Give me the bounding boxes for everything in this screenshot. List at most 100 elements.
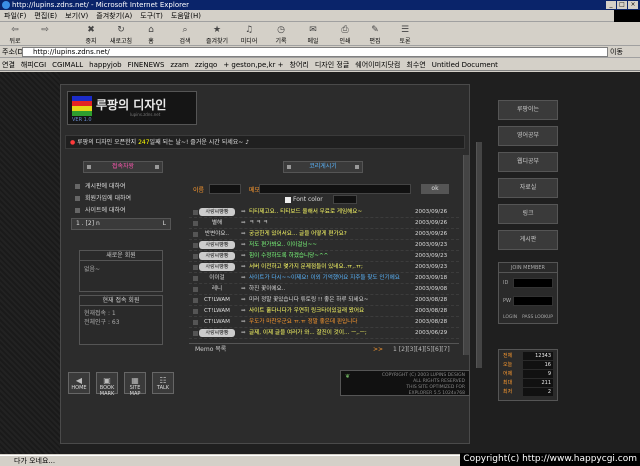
link-item[interactable]: 최수연 xyxy=(406,59,425,70)
select-checkbox[interactable] xyxy=(193,287,198,292)
media-button[interactable]: ♫ 미디어 xyxy=(236,24,262,45)
address-input[interactable]: http://lupins.zdns.net/ xyxy=(22,47,608,57)
link-item[interactable]: happyjob xyxy=(89,59,121,70)
stop-button[interactable]: ✖ 중지 xyxy=(78,24,104,45)
guestbook-row[interactable]: 이이걸 ➡ 사이트가 다시~~이제요! 이외 기억했어요 지주들 찾도 인기에요 20… xyxy=(189,273,459,284)
link-item[interactable]: FINENEWS xyxy=(128,59,165,70)
message-text: 우도가 마찬우군요 ㅠ.ㅠ 정말 좋은데 핀입니다 xyxy=(249,319,358,325)
page-selector[interactable]: 1 . [2] n L xyxy=(71,218,171,230)
page-numbers[interactable]: 1 [2][3][4][5][6][7] xyxy=(393,344,450,356)
guestbook-row[interactable]: 사랑씨빵빵 ➡ 서버 이전하고 몇가지 문제점들이 있네요..ㅠ,.ㅠ; 2003/0… xyxy=(189,262,459,273)
sitemap-link[interactable]: ▦ SITE MAP xyxy=(124,372,146,397)
scrollbar[interactable] xyxy=(476,142,482,368)
message-text: 티티제고요.. 티티보드 올해서 무료로 게임해요~ xyxy=(249,209,363,215)
tab-guestbook[interactable]: 코리게시기 xyxy=(283,161,363,173)
link-item[interactable]: CGIMALL xyxy=(52,59,83,70)
link-item[interactable]: zzigqo xyxy=(195,59,217,70)
link-item[interactable]: + geston,pe,kr + xyxy=(223,59,283,70)
refresh-button[interactable]: ↻ 새로고침 xyxy=(108,24,134,45)
select-checkbox[interactable] xyxy=(193,221,198,226)
menu-join-info[interactable]: 회원가입에 대하여 xyxy=(71,193,171,205)
home-button[interactable]: ⌂ 홈 xyxy=(138,24,164,45)
discuss-button[interactable]: ☰ 토론 xyxy=(392,24,418,45)
id-input[interactable] xyxy=(513,278,553,288)
l-button[interactable]: L xyxy=(163,219,166,229)
login-button[interactable]: LOGIN xyxy=(503,315,517,320)
nav-english[interactable]: 영어공부 xyxy=(498,126,558,146)
menu-site-info[interactable]: 사이트에 대하여 xyxy=(71,205,171,217)
select-checkbox[interactable] xyxy=(193,232,198,237)
forward-button[interactable]: ⇨ xyxy=(32,24,58,44)
menu-board-info[interactable]: 게시판에 대하여 xyxy=(71,181,171,193)
guestbook-row[interactable]: 반변야요.. ➡ 궁금한게 있어서요... 글을 어떻게 편가요? 2003/09/2… xyxy=(189,229,459,240)
menu-file[interactable]: 파일(F) xyxy=(4,10,26,21)
guestbook-row[interactable]: 사랑씨빵빵 ➡ 힘이 수정하도록 하겠습니당~^^ 2003/09/23 xyxy=(189,251,459,262)
message-text: 미러 정말 꽃있습니다 튜토링 !! 좋은 하루 되세요~ xyxy=(249,297,369,303)
edit-button[interactable]: ✎ 편집 xyxy=(362,24,388,45)
select-checkbox[interactable] xyxy=(193,276,198,281)
maximize-button[interactable]: □ xyxy=(617,1,627,9)
mail-button[interactable]: ✉ 메일 xyxy=(300,24,326,45)
minimize-button[interactable]: _ xyxy=(606,1,616,9)
back-button[interactable]: ⇦ 뒤로 xyxy=(2,24,28,45)
select-checkbox[interactable] xyxy=(193,243,198,248)
select-checkbox[interactable] xyxy=(193,320,198,325)
guestbook-row[interactable]: 별해 ➡ ㅋ ㅋ ㅋ 2003/09/26 xyxy=(189,218,459,229)
link-item[interactable]: 창어리 xyxy=(290,59,309,70)
nav-links[interactable]: 링크 xyxy=(498,204,558,224)
site-logo[interactable]: 루팡의 디자인 VER 1.0 lupins.zdns.net xyxy=(67,91,197,125)
select-checkbox[interactable] xyxy=(193,210,198,215)
favorites-button[interactable]: ★ 즐겨찾기 xyxy=(204,24,230,45)
link-item[interactable]: Untitled Document xyxy=(432,59,498,70)
select-checkbox[interactable] xyxy=(193,254,198,259)
guestbook-row[interactable]: CT!LWAM ➡ 사이트 훌다니다가 우연히 링크타이있길래 왔어요 2003/08… xyxy=(189,306,459,317)
memo-input[interactable] xyxy=(259,184,411,194)
guestbook-row[interactable]: 사랑씨빵빵 ➡ 티티제고요.. 티티보드 올해서 무료로 게임해요~ 2003/09/… xyxy=(189,207,459,218)
guestbook-row[interactable]: CT!LWAM ➡ 우도가 마찬우군요 ㅠ.ㅠ 정말 좋은데 핀입니다 2003/08… xyxy=(189,317,459,328)
nav-board[interactable]: 게시판 xyxy=(498,230,558,250)
menu-tools[interactable]: 도구(T) xyxy=(140,10,163,21)
nav-webdesign[interactable]: 웹디공부 xyxy=(498,152,558,172)
nav-about[interactable]: 루팡이는 xyxy=(498,100,558,120)
menu-help[interactable]: 도움말(H) xyxy=(171,10,201,21)
guestbook-row[interactable]: 사랑씨빵빵 ➡ 저도 편가봐요.. 이이걸님~~ 2003/09/23 xyxy=(189,240,459,251)
ok-button[interactable]: ok xyxy=(421,184,449,194)
post-date: 2003/08/28 xyxy=(415,319,448,325)
tab-visitors[interactable]: 접속자왕 xyxy=(83,161,163,173)
menu-view[interactable]: 보기(V) xyxy=(65,10,88,21)
nav-archive[interactable]: 자료실 xyxy=(498,178,558,198)
search-button[interactable]: ⌕ 검색 xyxy=(172,24,198,45)
font-color-input[interactable] xyxy=(333,195,357,204)
menu-favorites[interactable]: 즐겨찾기(A) xyxy=(96,10,132,21)
link-item[interactable]: 디자인 정글 xyxy=(315,59,349,70)
scrollbar[interactable] xyxy=(463,155,469,355)
select-checkbox[interactable] xyxy=(193,331,198,336)
select-checkbox[interactable] xyxy=(193,265,198,270)
stat-yesterday: 어제 9 xyxy=(503,370,553,378)
guestbook-row[interactable]: 사랑씨빵빵 ➡ 글제, 이제 글을 여러가 와... 잘진이 것이... ㅡ,.ㅡ;… xyxy=(189,328,459,339)
bookmark-link[interactable]: ▣ BOOK MARK xyxy=(96,372,118,397)
guestbook-row[interactable]: CT!LWAM ➡ 미러 정말 꽃있습니다 튜토링 !! 좋은 하루 되세요~ 200… xyxy=(189,295,459,306)
pass-lookup-link[interactable]: PASS LOOKUP xyxy=(522,315,553,320)
menu-edit[interactable]: 편집(E) xyxy=(34,10,57,21)
link-item[interactable]: zzam xyxy=(170,59,188,70)
link-item[interactable]: 해피CGI xyxy=(21,59,46,70)
password-input[interactable] xyxy=(513,296,553,306)
media-icon: ♫ xyxy=(244,25,254,35)
go-button[interactable]: 이동 xyxy=(610,47,638,57)
login-box: JOIN MEMBER ID PW LOGIN PASS LOOKUP xyxy=(498,262,558,324)
guestbook-row[interactable]: 레니 ➡ 하진 꽃이에요.. 2003/09/08 xyxy=(189,284,459,295)
talk-link[interactable]: ☷ TALK xyxy=(152,372,174,394)
select-checkbox[interactable] xyxy=(193,298,198,303)
join-member-link[interactable]: JOIN MEMBER xyxy=(499,263,557,273)
close-button[interactable]: × xyxy=(628,1,638,9)
history-button[interactable]: ◷ 기록 xyxy=(268,24,294,45)
next-page-button[interactable]: >> xyxy=(373,344,383,356)
name-input[interactable] xyxy=(209,184,241,194)
history-icon: ◷ xyxy=(277,25,285,35)
font-color-checkbox[interactable] xyxy=(285,197,291,203)
home-link[interactable]: ◀ HOME xyxy=(68,372,90,394)
link-item[interactable]: 쉐어이미지닷컴 xyxy=(355,59,400,70)
print-button[interactable]: ⎙ 인쇄 xyxy=(332,24,358,45)
select-checkbox[interactable] xyxy=(193,309,198,314)
